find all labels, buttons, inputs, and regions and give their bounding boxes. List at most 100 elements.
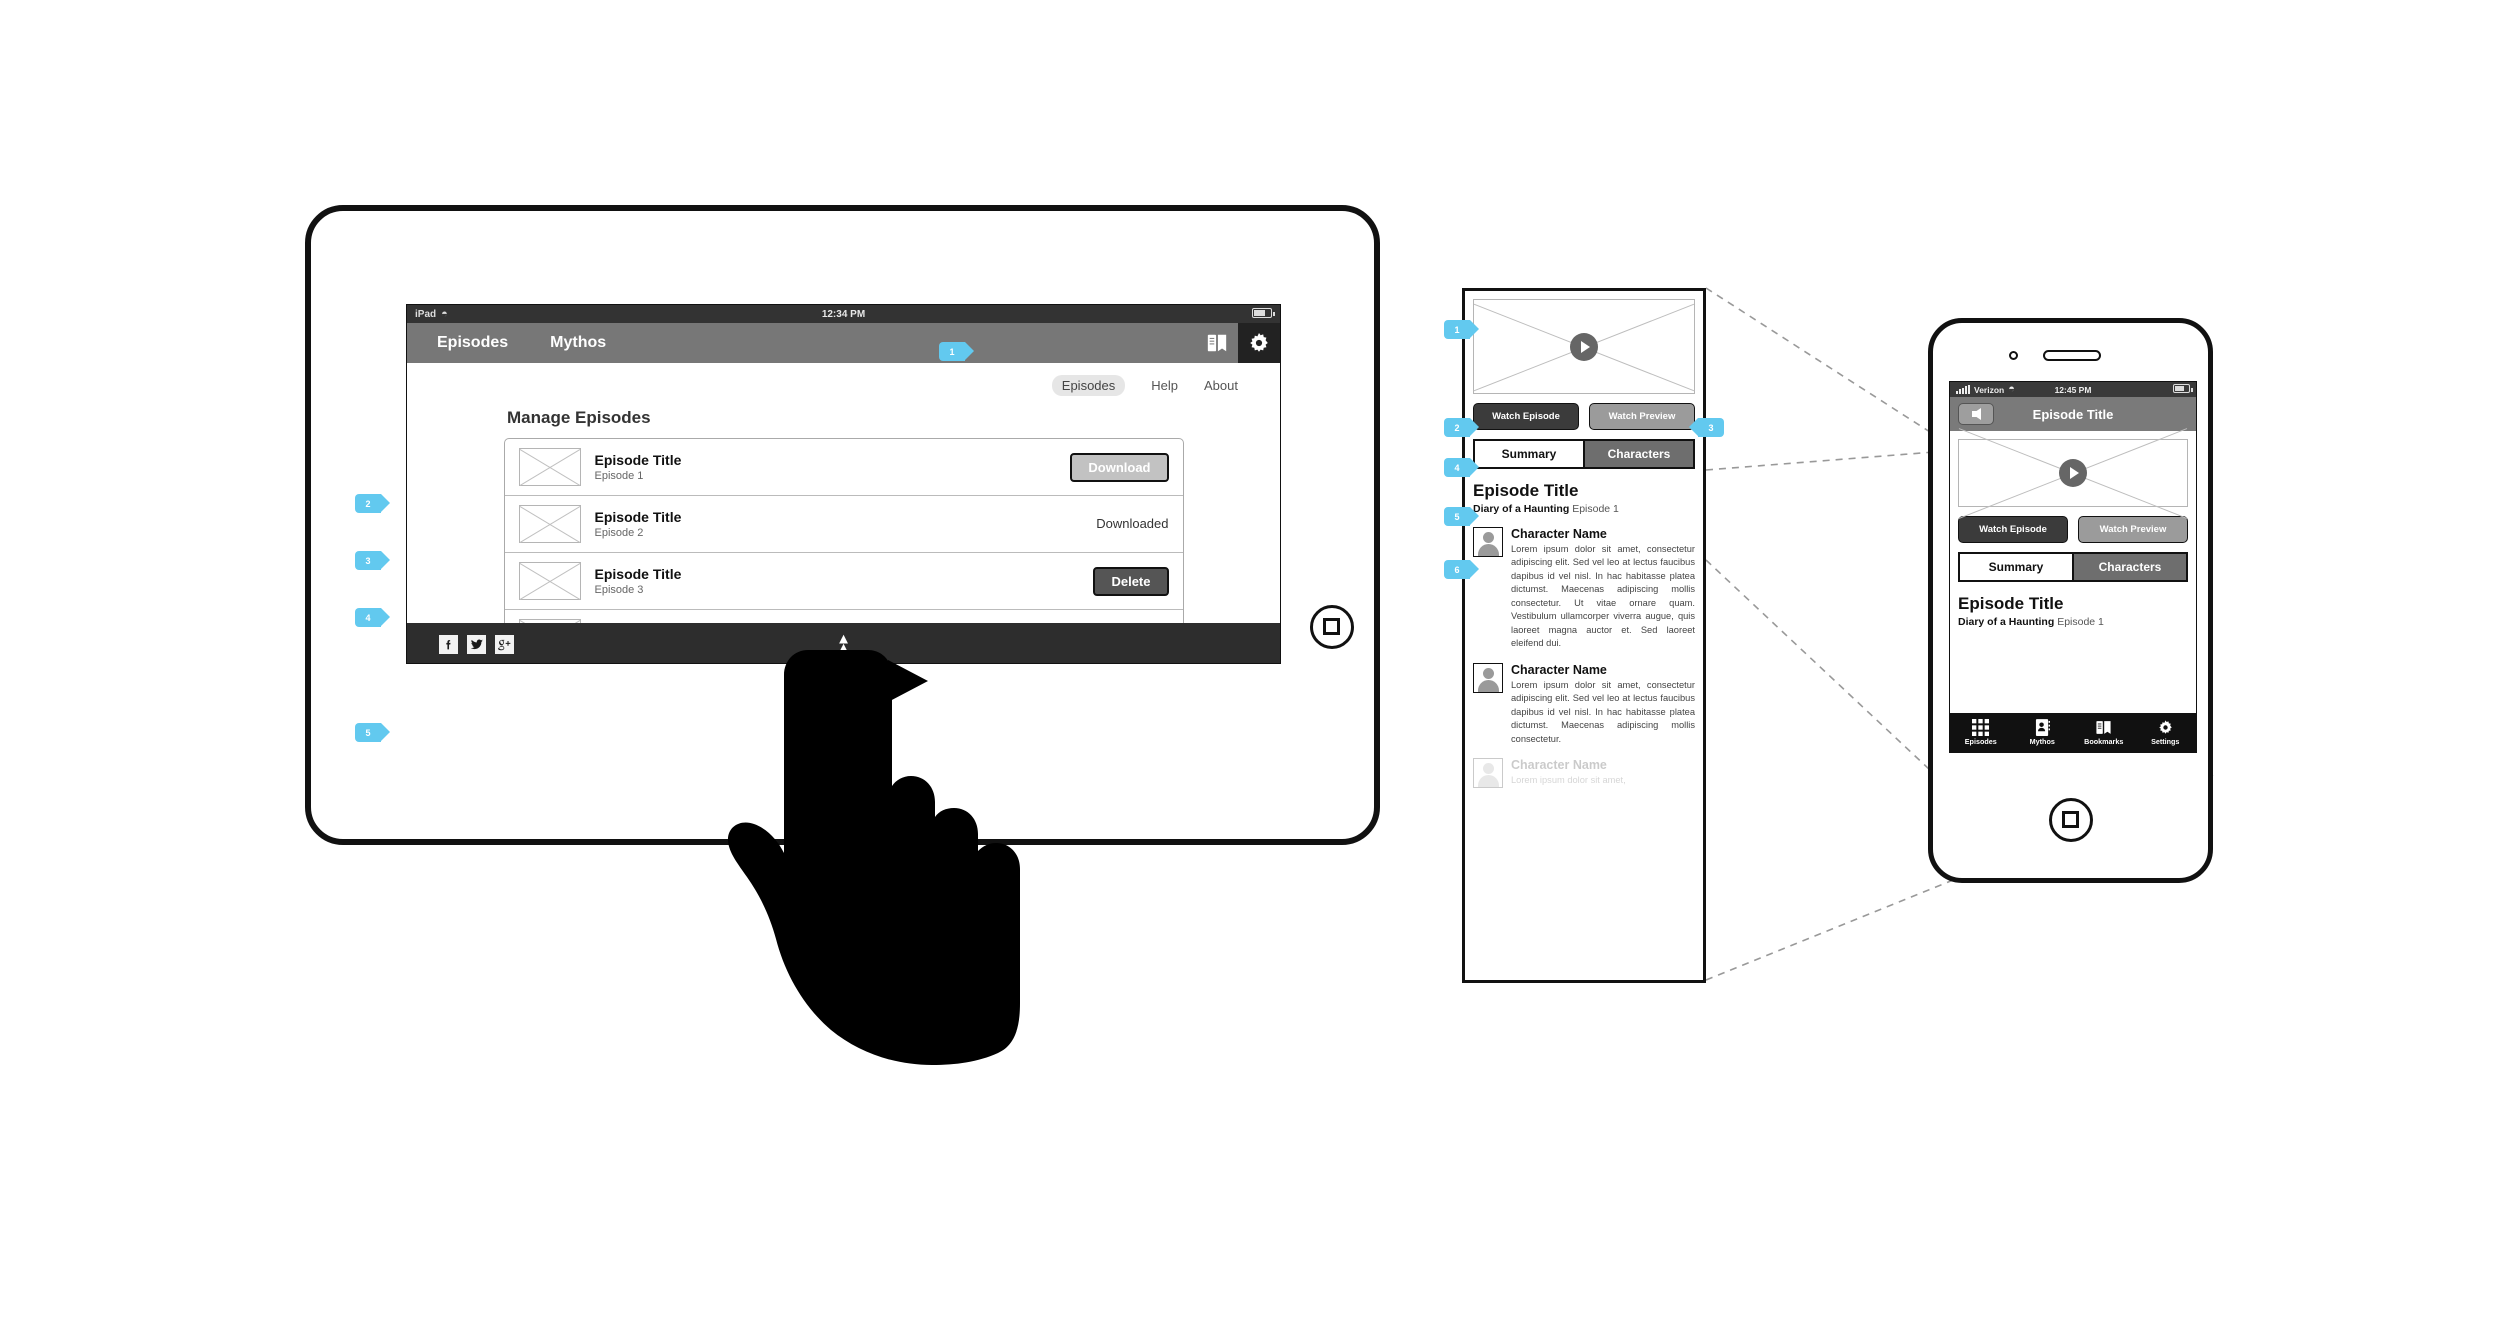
watch-episode-button[interactable]: Watch Episode xyxy=(1473,403,1579,430)
table-row[interactable]: Episode Title Episode 2 Downloaded xyxy=(504,496,1183,553)
list-item: Character Name Lorem ipsum dolor sit ame… xyxy=(1473,662,1695,746)
iphone-content: Watch Episode Watch Preview Summary Char… xyxy=(1950,431,2196,636)
series-name: Diary of a Haunting xyxy=(1958,616,2055,628)
table-row[interactable]: Episode Title Episode 3 Delete xyxy=(504,553,1183,610)
avatar xyxy=(1473,758,1503,789)
episode-title: Episode Title xyxy=(594,566,682,582)
episode-title: Episode Title xyxy=(1958,594,2064,613)
subnav-help[interactable]: Help xyxy=(1151,378,1178,393)
watch-button-group: Watch Episode Watch Preview xyxy=(1958,516,2188,543)
tab-label: Settings xyxy=(2151,737,2180,746)
delete-button[interactable]: Delete xyxy=(1093,566,1169,596)
episode-title: Episode Title xyxy=(594,452,682,468)
ipad-nav-bar: Episodes Mythos xyxy=(407,323,1280,363)
download-status: Downloaded xyxy=(1096,516,1169,531)
episode-series-line: Diary of a Haunting Episode 1 xyxy=(1473,503,1695,515)
download-button[interactable]: Download xyxy=(1070,452,1169,482)
callout-marker-5: 5 xyxy=(1444,507,1479,526)
iphone-clock: 12:45 PM xyxy=(2054,384,2092,395)
table-row[interactable]: Episode Title Episode 1 Download xyxy=(504,439,1183,496)
watch-preview-button[interactable]: Watch Preview xyxy=(1589,403,1695,430)
nav-item-mythos[interactable]: Mythos xyxy=(550,334,606,352)
watch-preview-button[interactable]: Watch Preview xyxy=(2078,516,2188,543)
camera-icon xyxy=(2009,351,2018,360)
avatar xyxy=(1473,527,1503,557)
iphone-nav-bar: Episode Title xyxy=(1950,397,2196,431)
callout-marker-2: 2 xyxy=(355,494,390,513)
callout-marker-1: 1 xyxy=(939,342,974,361)
video-placeholder[interactable] xyxy=(1958,439,2188,507)
battery-icon xyxy=(2173,384,2193,395)
tab-bookmarks[interactable]: Bookmarks xyxy=(2073,719,2135,746)
subnav-episodes[interactable]: Episodes xyxy=(1051,375,1126,396)
episode-subtitle: Episode 1 xyxy=(594,470,644,482)
tab-summary[interactable]: Summary xyxy=(1475,441,1585,467)
book-icon xyxy=(2096,721,2111,734)
tab-episodes[interactable]: Episodes xyxy=(1950,719,2012,746)
episode-number: Episode 1 xyxy=(1572,503,1619,515)
list-item: Character Name Lorem ipsum dolor sit ame… xyxy=(1473,527,1695,651)
episode-series-line: Diary of a Haunting Episode 1 xyxy=(1958,616,2188,628)
episode-thumbnail xyxy=(518,505,581,543)
callout-marker-1: 1 xyxy=(1444,320,1479,339)
battery-icon xyxy=(1252,307,1275,321)
callout-marker-3: 3 xyxy=(355,551,390,570)
summary-characters-tabs: Summary Characters xyxy=(1473,439,1695,469)
watch-button-group: Watch Episode Watch Preview xyxy=(1473,403,1695,430)
episode-subtitle: Episode 3 xyxy=(594,584,644,596)
ipad-screen: iPad ◓ 12:34 PM Episodes Mythos Episodes… xyxy=(406,304,1281,664)
gear-icon xyxy=(2159,720,2172,734)
tab-characters[interactable]: Characters xyxy=(2074,554,2186,580)
subnav-about[interactable]: About xyxy=(1204,378,1238,393)
watch-episode-button[interactable]: Watch Episode xyxy=(1958,516,2068,543)
character-description: Lorem ipsum dolor sit amet, consectetur … xyxy=(1511,679,1695,744)
book-icon[interactable] xyxy=(1196,323,1238,363)
episode-subtitle: Episode 2 xyxy=(594,527,644,539)
callout-marker-5: 5 xyxy=(355,723,390,742)
callout-marker-6: 6 xyxy=(1444,560,1479,579)
episode-title: Episode Title xyxy=(1473,481,1579,500)
character-name: Character Name xyxy=(1511,527,1607,541)
play-icon[interactable] xyxy=(2059,459,2087,487)
tab-settings[interactable]: Settings xyxy=(2135,719,2197,746)
home-button[interactable] xyxy=(2048,798,2093,842)
iphone-device: Verizon ◓ 12:45 PM Episode Title Watch E… xyxy=(1928,318,2213,883)
tab-label: Mythos xyxy=(2029,737,2055,746)
callout-marker-3: 3 xyxy=(1689,418,1724,437)
iphone-status-bar: Verizon ◓ 12:45 PM xyxy=(1950,382,2196,397)
list-item: Character Name Lorem ipsum dolor sit ame… xyxy=(1473,758,1695,789)
nav-item-episodes[interactable]: Episodes xyxy=(437,334,508,352)
character-description: Lorem ipsum dolor sit amet, consectetur … xyxy=(1511,544,1695,649)
ipad-status-bar: iPad ◓ 12:34 PM xyxy=(407,305,1280,323)
secondary-nav: Episodes Help About xyxy=(407,363,1280,396)
summary-characters-tabs: Summary Characters xyxy=(1958,552,2188,582)
hand-cursor xyxy=(727,650,1020,1065)
contact-card-icon xyxy=(2035,719,2050,736)
detail-wireframe-panel: Watch Episode Watch Preview Summary Char… xyxy=(1462,288,1706,983)
grid-icon xyxy=(1972,719,1990,736)
tab-label: Bookmarks xyxy=(2084,737,2124,746)
tab-label: Episodes xyxy=(1964,737,1997,746)
video-placeholder[interactable] xyxy=(1473,299,1695,394)
facebook-icon[interactable] xyxy=(439,634,458,654)
home-button[interactable] xyxy=(1310,605,1354,649)
tab-summary[interactable]: Summary xyxy=(1960,554,2074,580)
character-name: Character Name xyxy=(1511,662,1607,677)
character-name: Character Name xyxy=(1511,758,1607,773)
speaker-icon xyxy=(2043,350,2101,361)
callout-marker-4: 4 xyxy=(355,608,390,627)
wireframe-canvas: iPad ◓ 12:34 PM Episodes Mythos Episodes… xyxy=(0,0,2500,1333)
tab-mythos[interactable]: Mythos xyxy=(2012,719,2074,746)
series-name: Diary of a Haunting xyxy=(1473,503,1570,515)
gear-icon[interactable] xyxy=(1238,323,1280,363)
ipad-content: Episodes Help About Manage Episodes Epis… xyxy=(407,363,1280,663)
tab-characters[interactable]: Characters xyxy=(1585,441,1693,467)
iphone-tab-bar: Episodes Mythos Bookmarks Settings xyxy=(1950,713,2196,752)
page-title: Manage Episodes xyxy=(507,408,651,427)
callout-marker-2: 2 xyxy=(1444,418,1479,437)
iphone-screen: Verizon ◓ 12:45 PM Episode Title Watch E… xyxy=(1949,381,2197,753)
play-icon[interactable] xyxy=(1570,332,1598,361)
googleplus-icon[interactable] xyxy=(495,634,514,654)
twitter-icon[interactable] xyxy=(467,634,486,654)
ipad-status-clock: 12:34 PM xyxy=(821,308,866,320)
